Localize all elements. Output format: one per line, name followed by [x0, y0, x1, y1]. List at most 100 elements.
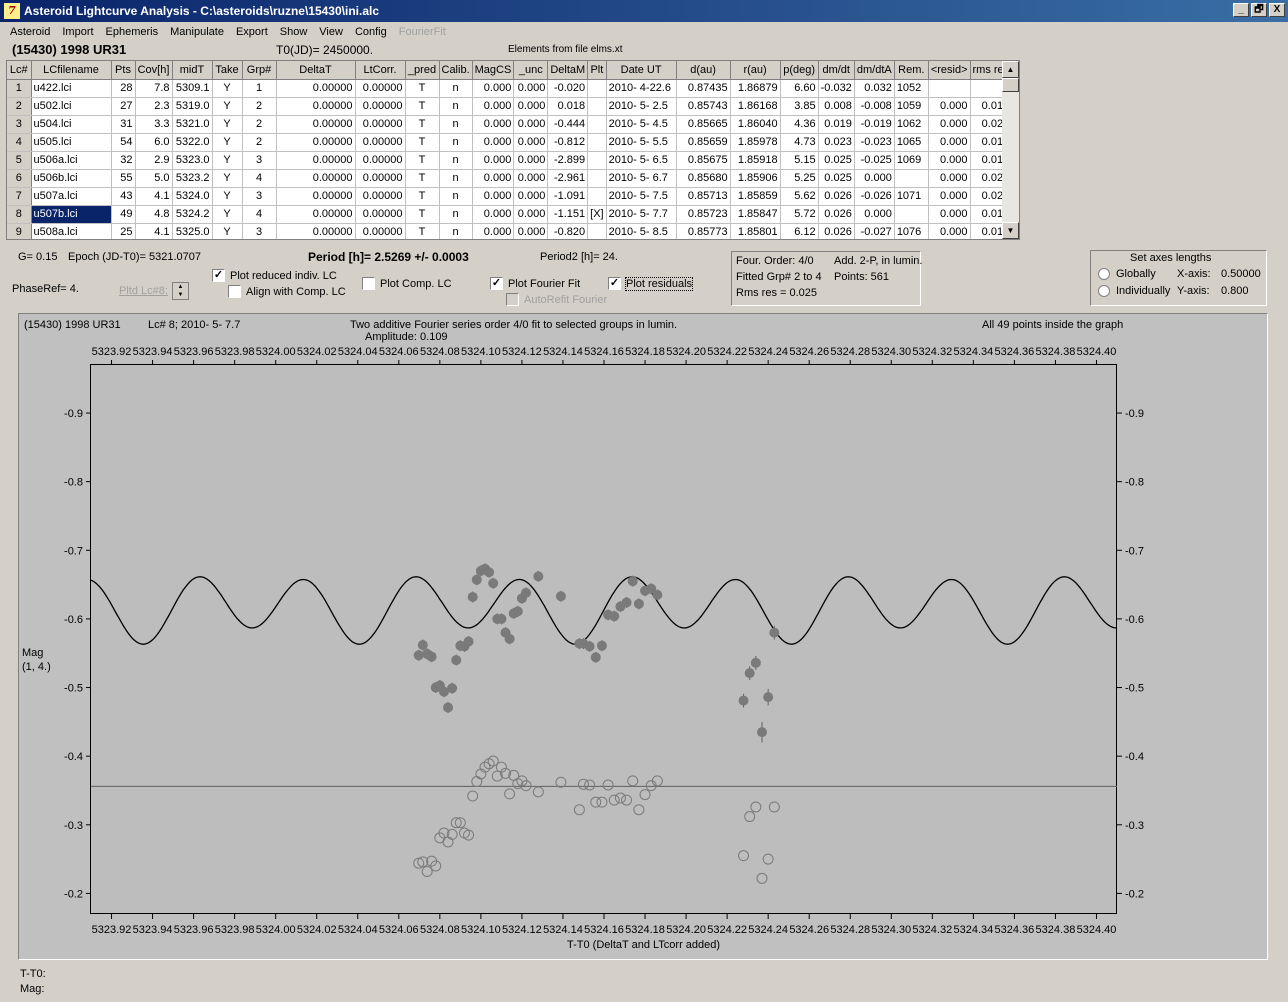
observation-point: [738, 695, 749, 706]
observation-point: [447, 683, 458, 694]
residual-point: [467, 790, 479, 802]
residual-point: [532, 786, 544, 798]
observation-point: [451, 655, 462, 666]
x-tick-label-top: 5324.12: [502, 346, 542, 358]
observation-point: [757, 727, 768, 738]
observation-point: [652, 589, 663, 600]
observation-point: [426, 651, 437, 662]
x-tick-label-bottom: 5324.30: [871, 924, 911, 936]
y-tick-label-left: -0.2: [64, 888, 83, 900]
x-tick-label-bottom: 5324.14: [543, 924, 583, 936]
x-tick-label-bottom: 5323.96: [174, 924, 214, 936]
x-tick-label-top: 5323.98: [215, 346, 255, 358]
observation-point: [484, 567, 495, 578]
x-tick-label-top: 5324.26: [789, 346, 829, 358]
x-tick-label-top: 5324.24: [748, 346, 788, 358]
residual-point: [633, 804, 645, 816]
y-tick-label-right: -0.5: [1125, 683, 1144, 695]
x-tick-label-top: 5324.38: [1036, 346, 1076, 358]
x-tick-label-top: 5324.08: [420, 346, 460, 358]
observation-point: [590, 652, 601, 663]
x-tick-label-bottom: 5324.24: [748, 924, 788, 936]
status-mag: Mag:: [20, 983, 45, 995]
observation-point: [555, 591, 566, 602]
observation-point: [533, 571, 544, 582]
x-tick-label-top: 5324.30: [871, 346, 911, 358]
observation-point: [496, 613, 507, 624]
x-tick-label-bottom: 5324.36: [995, 924, 1035, 936]
x-tick-label-bottom: 5323.94: [133, 924, 173, 936]
x-tick-label-bottom: 5324.38: [1036, 924, 1076, 936]
x-tick-label-bottom: 5324.06: [379, 924, 419, 936]
x-tick-label-bottom: 5324.10: [461, 924, 501, 936]
observation-point: [750, 657, 761, 668]
residual-point: [471, 776, 483, 788]
residual-point: [573, 804, 585, 816]
observation-point: [471, 574, 482, 585]
x-tick-label-top: 5324.32: [912, 346, 952, 358]
observation-point: [596, 640, 607, 651]
fourier-fit-curve: [90, 576, 1117, 645]
residual-point: [608, 794, 620, 806]
observation-point: [769, 627, 780, 638]
residual-point: [756, 872, 768, 884]
x-tick-label-top: 5324.34: [953, 346, 993, 358]
y-tick-label-left: -0.4: [64, 751, 83, 763]
residual-point: [596, 796, 608, 808]
residual-point: [744, 811, 756, 823]
y-tick-label-left: -0.6: [64, 614, 83, 626]
residual-point: [442, 836, 454, 848]
residual-point: [750, 801, 762, 813]
y-tick-label-left: -0.5: [64, 683, 83, 695]
x-tick-label-top: 5324.22: [707, 346, 747, 358]
residual-point: [504, 788, 516, 800]
observation-point: [413, 650, 424, 661]
x-tick-label-bottom: 5324.28: [830, 924, 870, 936]
y-tick-label-right: -0.2: [1125, 888, 1144, 900]
x-tick-label-top: 5324.04: [338, 346, 378, 358]
x-tick-label-bottom: 5324.16: [584, 924, 624, 936]
y-tick-label-right: -0.6: [1125, 614, 1144, 626]
x-tick-label-top: 5324.16: [584, 346, 624, 358]
x-tick-label-bottom: 5324.04: [338, 924, 378, 936]
x-tick-label-top: 5324.00: [256, 346, 296, 358]
y-tick-label-left: -0.8: [64, 477, 83, 489]
x-tick-label-top: 5324.20: [666, 346, 706, 358]
y-tick-label-left: -0.7: [64, 545, 83, 557]
residual-point: [768, 801, 780, 813]
observation-point: [488, 578, 499, 589]
y-tick-label-right: -0.7: [1125, 545, 1144, 557]
observation-point: [763, 692, 774, 703]
y-tick-label-right: -0.4: [1125, 751, 1144, 763]
y-tick-label-right: -0.3: [1125, 820, 1144, 832]
observation-point: [521, 587, 532, 598]
status-tt0: T-T0:: [20, 968, 46, 980]
x-tick-label-bottom: 5324.20: [666, 924, 706, 936]
x-tick-label-bottom: 5324.12: [502, 924, 542, 936]
residual-point: [590, 796, 602, 808]
x-tick-label-top: 5324.02: [297, 346, 337, 358]
observation-point: [621, 597, 632, 608]
residual-point: [738, 850, 750, 862]
observation-point: [467, 591, 478, 602]
x-tick-label-bottom: 5324.40: [1077, 924, 1117, 936]
x-tick-label-top: 5323.96: [174, 346, 214, 358]
x-tick-label-bottom: 5324.26: [789, 924, 829, 936]
observation-point: [609, 611, 620, 622]
x-tick-label-bottom: 5324.22: [707, 924, 747, 936]
x-tick-label-bottom: 5324.00: [256, 924, 296, 936]
x-tick-label-bottom: 5323.98: [215, 924, 255, 936]
observation-point: [443, 702, 454, 713]
x-tick-label-bottom: 5323.92: [92, 924, 132, 936]
x-tick-label-bottom: 5324.08: [420, 924, 460, 936]
x-tick-label-bottom: 5324.32: [912, 924, 952, 936]
x-tick-label-top: 5324.14: [543, 346, 583, 358]
x-tick-label-top: 5324.18: [625, 346, 665, 358]
residual-point: [555, 776, 567, 788]
x-tick-label-top: 5323.94: [133, 346, 173, 358]
x-tick-label-top: 5324.10: [461, 346, 501, 358]
x-tick-label-top: 5324.36: [995, 346, 1035, 358]
x-tick-label-top: 5324.40: [1077, 346, 1117, 358]
x-tick-label-top: 5324.28: [830, 346, 870, 358]
residual-point: [621, 794, 633, 806]
